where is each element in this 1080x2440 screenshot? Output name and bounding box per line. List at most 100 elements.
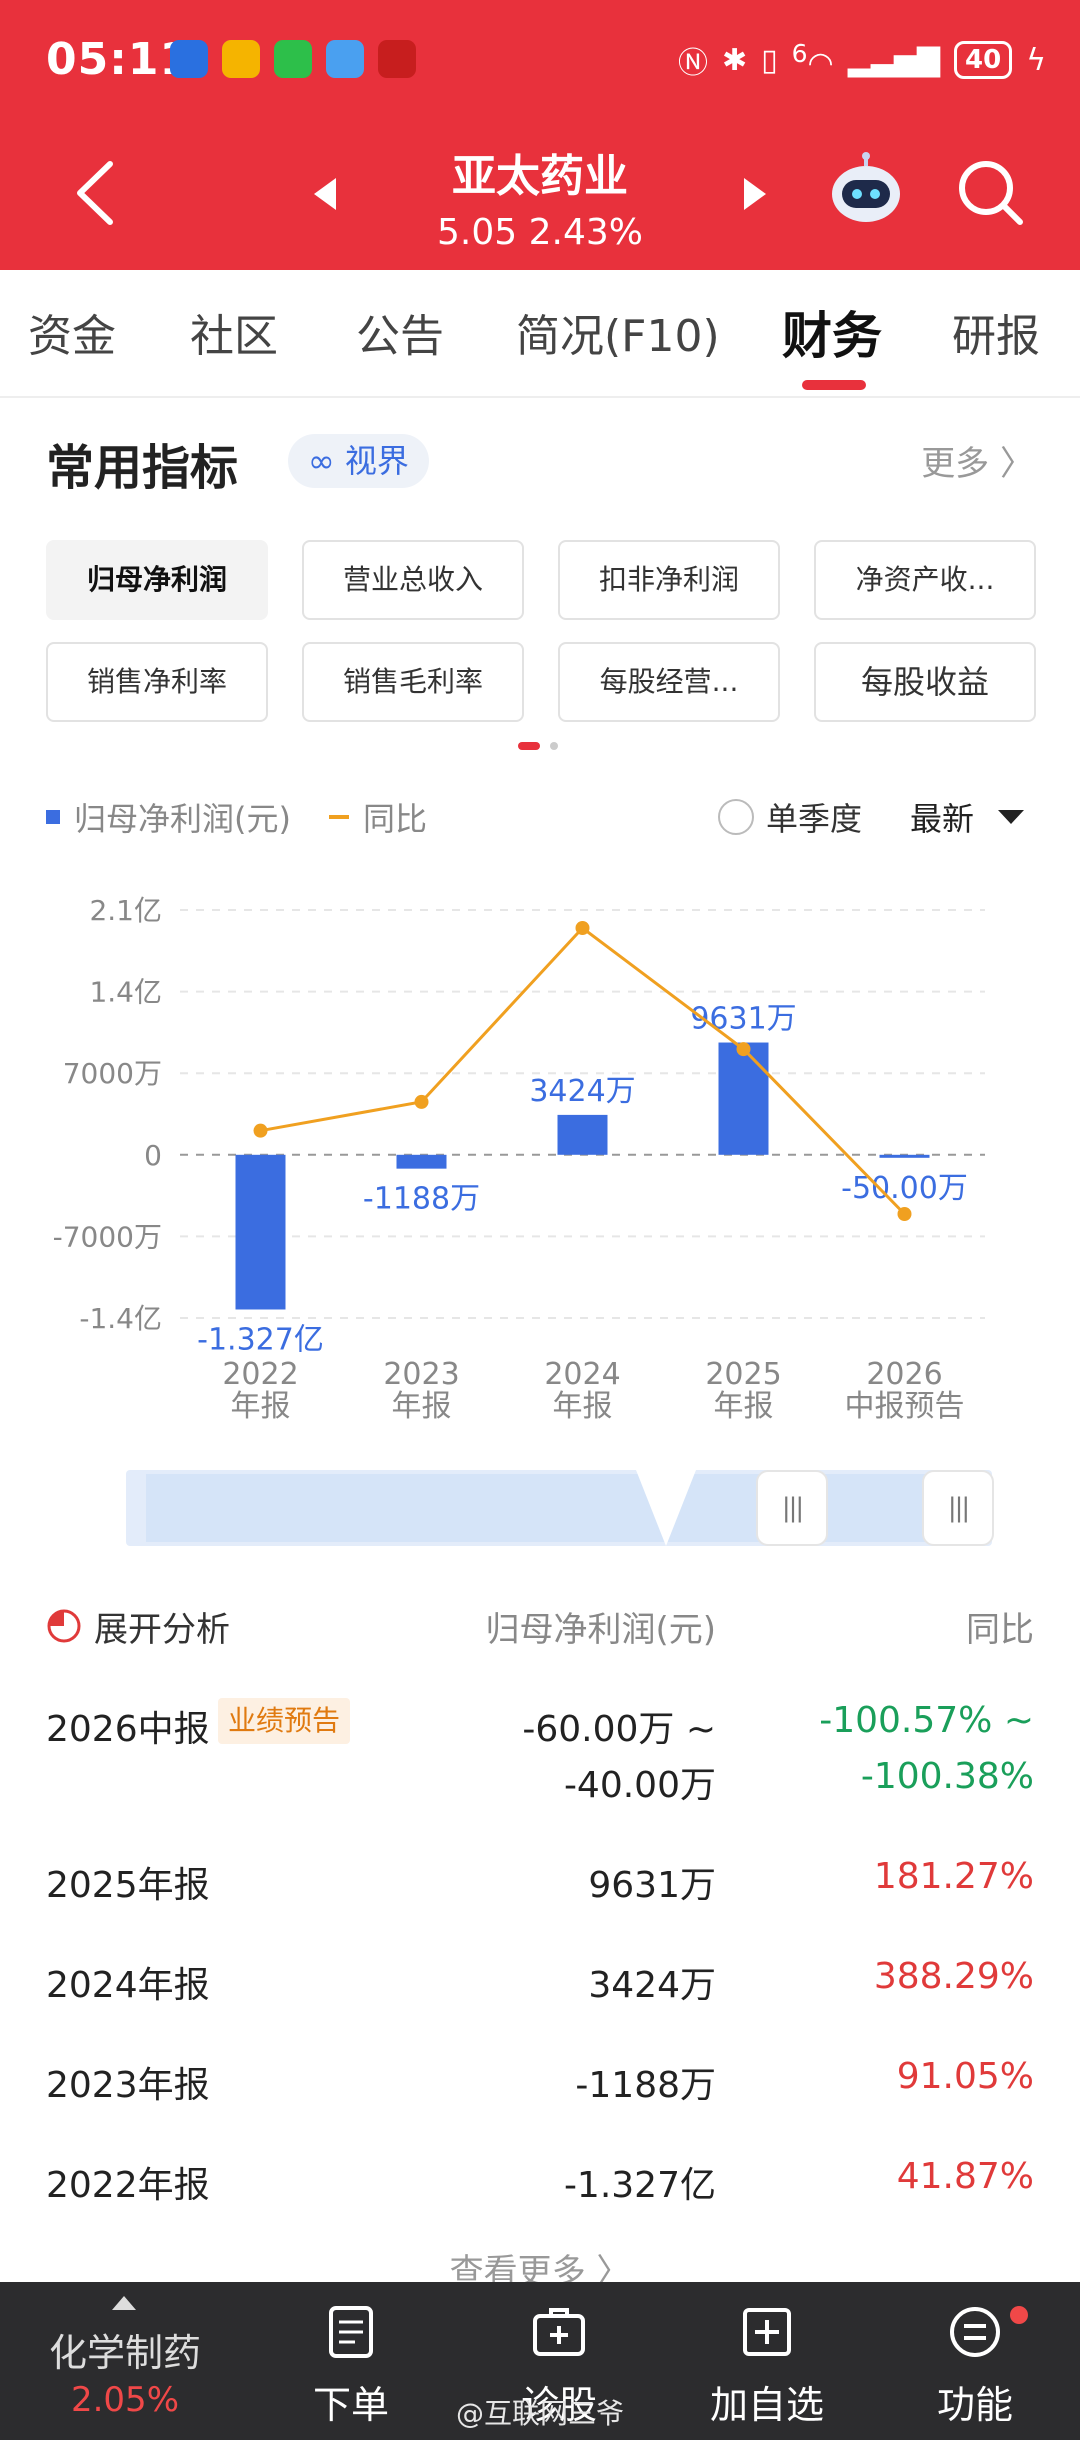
range-handle-left[interactable]: ||| <box>756 1470 828 1546</box>
page-dot-active <box>518 742 540 750</box>
row-period: 2026中报 <box>46 1709 210 1750</box>
row-period: 2024年报 <box>46 1965 210 2006</box>
sector-info-button[interactable]: 化学制药 2.05% <box>0 2282 250 2440</box>
range-selection <box>146 1474 966 1542</box>
radio-icon[interactable] <box>718 799 754 835</box>
diagnose-icon <box>533 2308 585 2356</box>
row-value: -40.00万 <box>563 1765 716 1806</box>
order-button[interactable]: 下单 <box>276 2282 426 2440</box>
chip-net-margin[interactable]: 销售净利率 <box>46 642 268 722</box>
browser-app-icon <box>326 40 364 78</box>
menu-icon <box>950 2307 1000 2357</box>
functions-label: 功能 <box>936 2383 1013 2427</box>
chevron-right-icon: 〉 <box>1000 444 1034 484</box>
single-quarter-toggle[interactable]: 单季度 <box>718 794 862 840</box>
wechat-icon <box>274 40 312 78</box>
charging-icon: ϟ <box>1026 42 1046 78</box>
period-select[interactable]: 最新 <box>910 794 1025 840</box>
signal-icon: ▂▃▅▇ <box>847 42 941 78</box>
bluetooth-icon: ✱ <box>721 42 748 78</box>
bar <box>557 1114 608 1155</box>
functions-button[interactable]: 功能 <box>900 2282 1050 2440</box>
x-tick-label: 年报 <box>231 1389 291 1424</box>
line-legend-label: 同比 <box>362 800 427 838</box>
chart-legend: 归母净利润(元) 同比 <box>46 794 427 840</box>
tab-community[interactable]: 社区 <box>190 300 278 364</box>
chip-operating-cf-per-share[interactable]: 每股经营... <box>558 642 780 722</box>
order-doc-icon <box>329 2306 373 2358</box>
detail-tabs: 资金 社区 公告 简况(F10) 财务 研报 <box>0 270 1080 398</box>
chip-page-indicator <box>518 742 558 750</box>
network-type: 6 <box>791 39 808 68</box>
row-value: 3424万 <box>588 1965 716 2006</box>
y-tick-label: 2.1亿 <box>89 894 162 927</box>
top-header: 05:11 Ⓝ ✱ ▯ 6◠ ▂▃▅▇ 40 ϟ 亚太药业 5.05 2.43% <box>0 0 1080 270</box>
bar <box>396 1154 447 1169</box>
x-tick-label: 2024 <box>544 1357 620 1392</box>
expand-up-icon <box>112 2296 136 2310</box>
battery-icon: 40 <box>954 41 1013 79</box>
y-tick-label: -7000万 <box>53 1220 162 1253</box>
tab-f10-overview[interactable]: 简况(F10) <box>516 300 720 364</box>
search-icon[interactable] <box>954 156 1026 228</box>
tab-funds[interactable]: 资金 <box>28 300 116 364</box>
watermark: @互联网三爷 <box>456 2397 625 2430</box>
pie-chart-icon <box>47 1609 81 1643</box>
y-tick-label: 0 <box>144 1139 162 1172</box>
expand-analysis-title[interactable]: 展开分析 <box>94 1602 230 1651</box>
column-header-value: 归母净利润(元) <box>485 1610 716 1650</box>
period-select-label: 最新 <box>910 800 975 838</box>
row-yoy: 388.29% <box>873 1956 1034 1997</box>
chip-roe[interactable]: 净资产收... <box>814 540 1036 620</box>
sector-change: 2.05% <box>70 2380 179 2420</box>
y-tick-label: 1.4亿 <box>89 976 162 1009</box>
ai-assistant-robot-icon[interactable] <box>826 150 906 230</box>
chip-eps[interactable]: 每股收益 <box>814 642 1036 722</box>
bar <box>235 1154 286 1310</box>
range-handle-right[interactable]: ||| <box>922 1470 994 1546</box>
stock-app-icon <box>378 40 416 78</box>
bar <box>718 1042 769 1155</box>
tab-announcements[interactable]: 公告 <box>356 300 444 364</box>
more-link[interactable]: 更多 〉 <box>921 436 1034 485</box>
row-yoy: 91.05% <box>896 2056 1034 2097</box>
page-dot <box>550 742 558 750</box>
vision-label: 视界 <box>344 442 409 480</box>
chart-range-slider[interactable]: ||| ||| <box>126 1470 994 1546</box>
bar-data-label: 9631万 <box>690 1002 796 1037</box>
chip-gross-margin[interactable]: 销售毛利率 <box>302 642 524 722</box>
notification-icons <box>170 40 416 78</box>
section-title: 常用指标 <box>46 440 239 496</box>
bar-data-label: -1188万 <box>363 1182 480 1217</box>
add-watchlist-button[interactable]: 加自选 <box>692 2282 842 2440</box>
status-bar: 05:11 Ⓝ ✱ ▯ 6◠ ▂▃▅▇ 40 ϟ <box>0 0 1080 120</box>
stock-price-change: 5.05 2.43% <box>437 212 643 253</box>
single-quarter-label: 单季度 <box>766 800 863 838</box>
tab-research[interactable]: 研报 <box>952 300 1040 364</box>
tab-finance[interactable]: 财务 <box>782 296 882 368</box>
row-yoy: 181.27% <box>873 1856 1034 1897</box>
add-watchlist-icon <box>743 2308 791 2356</box>
row-value: -1188万 <box>575 2065 716 2106</box>
row-yoy: -100.38% <box>860 1756 1034 1797</box>
row-value: -60.00万 ~ <box>522 1709 716 1750</box>
row-value: 9631万 <box>588 1865 716 1906</box>
yoy-line <box>260 925 906 1216</box>
vision-button[interactable]: ∞ 视界 <box>288 434 429 488</box>
chip-total-revenue[interactable]: 营业总收入 <box>302 540 524 620</box>
yoy-point <box>575 921 590 935</box>
row-value: -1.327亿 <box>563 2165 716 2206</box>
chip-net-profit-parent[interactable]: 归母净利润 <box>46 540 268 620</box>
row-yoy: 41.87% <box>896 2156 1034 2197</box>
x-tick-label: 2026 <box>866 1357 942 1392</box>
yoy-point <box>253 1123 268 1138</box>
next-stock-icon[interactable] <box>740 176 770 212</box>
stock-name: 亚太药业 <box>452 151 628 202</box>
x-tick-label: 年报 <box>714 1389 774 1424</box>
x-tick-label: 2025 <box>705 1357 781 1392</box>
nfc-icon: Ⓝ <box>677 46 708 81</box>
more-label: 更多 <box>921 444 990 484</box>
chip-deducted-net-profit[interactable]: 扣非净利润 <box>558 540 780 620</box>
bar-data-label: -50.00万 <box>841 1171 968 1206</box>
weibo-icon <box>222 40 260 78</box>
